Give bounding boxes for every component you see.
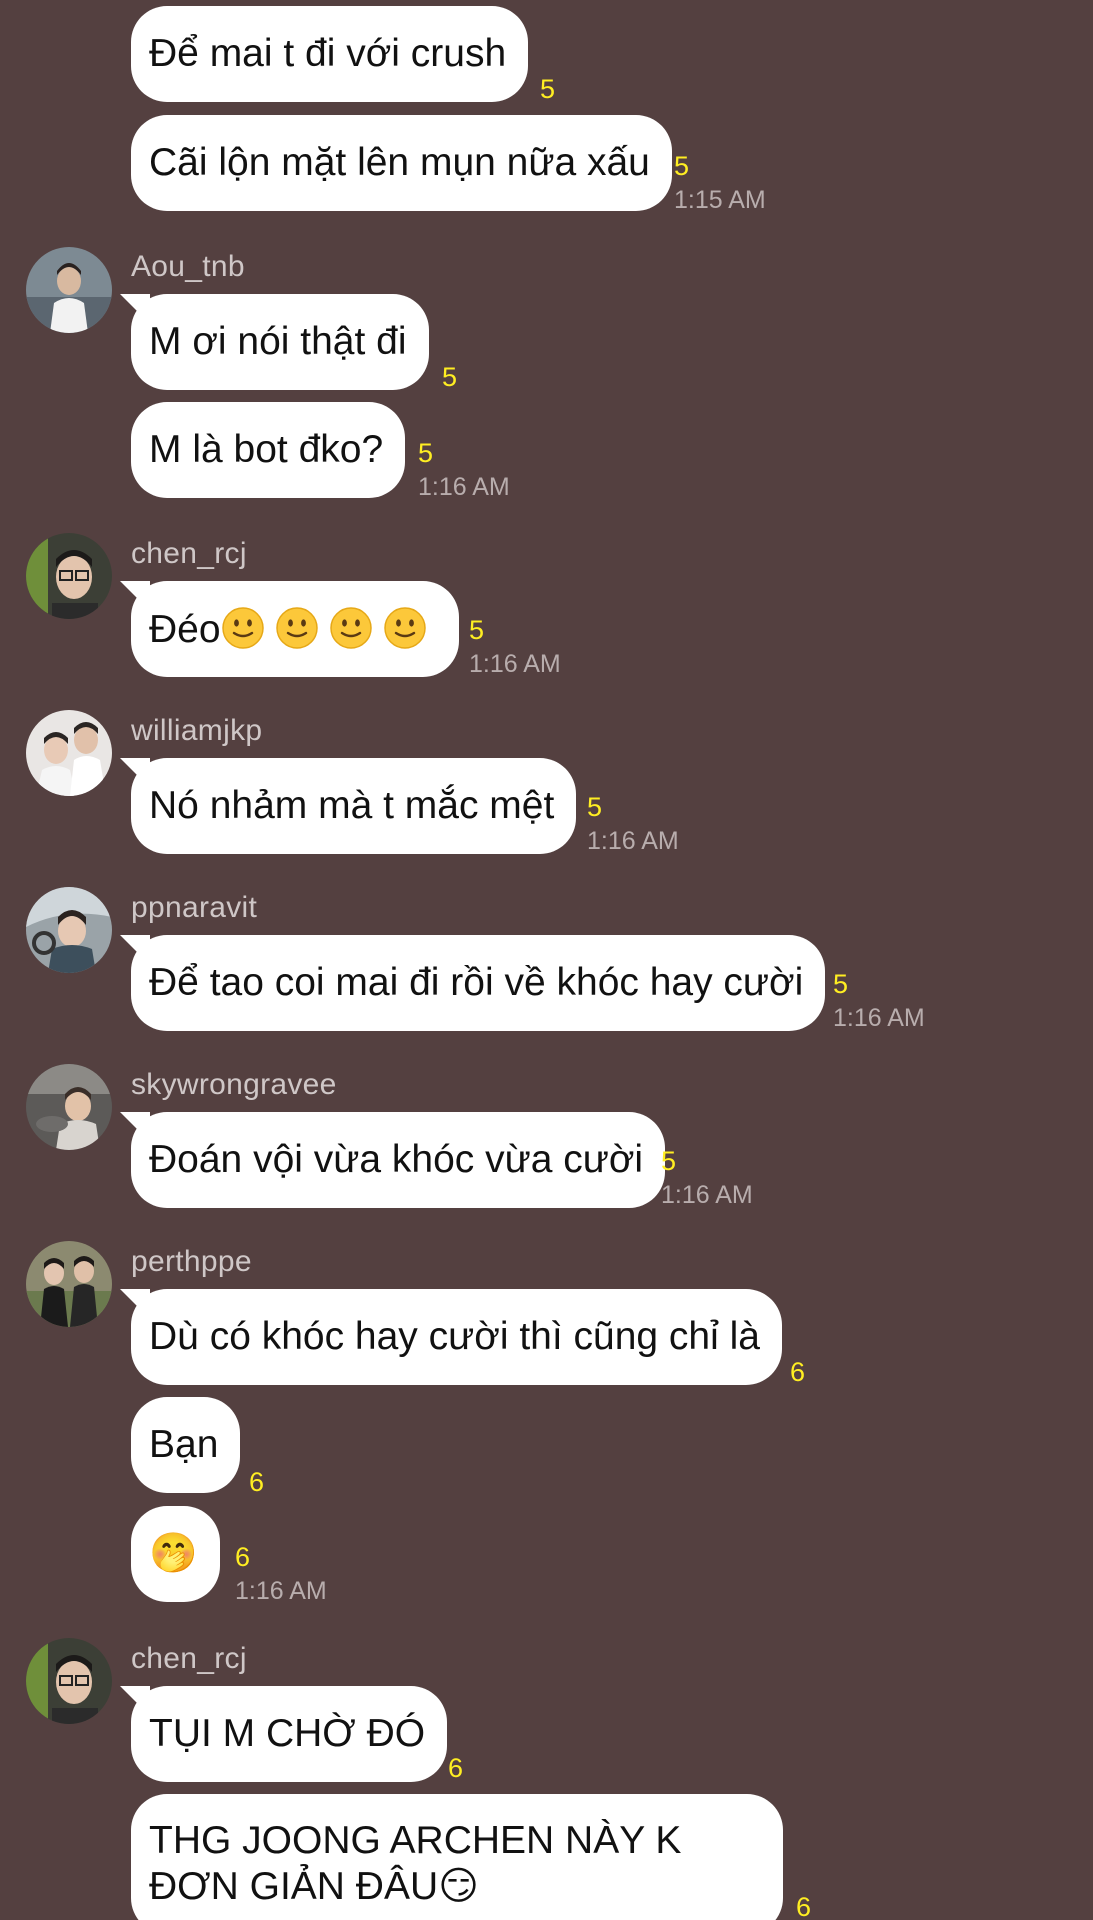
read-count: 5 [442,362,458,392]
sender-username[interactable]: skywrongravee [131,1068,337,1102]
slightly-smiling-face-icon [329,607,372,649]
message-text: Đéo [149,608,221,651]
message-text: Đoán vội vừa khóc vừa cười [149,1138,644,1181]
message-bubble[interactable]: Bạn [131,1397,241,1493]
sender-username[interactable]: chen_rcj [131,1642,247,1676]
message-text: Để tao coi mai đi rồi về khóc hay cười [149,961,804,1004]
read-count: 5 [833,969,849,999]
message-text: M ơi nói thật đi [149,320,407,363]
chat-history[interactable]: Để mai t đi với crush 5 Cãi lộn mặt lên … [0,0,1093,1920]
read-count: 5 [418,438,434,468]
timestamp: 1:16 AM [661,1181,753,1209]
message-bubble[interactable]: Đéo [131,581,459,677]
avatar[interactable] [26,1638,112,1724]
message-bubble[interactable]: M là bot đko? [131,402,406,498]
message-bubble[interactable]: TỤI M CHỜ ĐÓ [131,1686,448,1782]
read-count: 5 [674,151,690,181]
read-count: 5 [540,74,556,104]
sender-username[interactable]: ppnaravit [131,891,257,925]
avatar[interactable] [26,1241,112,1327]
slightly-smiling-face-icon [275,607,318,649]
read-count: 6 [448,1753,464,1783]
message-text: Nó nhảm mà t mắc mệt [149,784,555,827]
message-bubble[interactable]: Để mai t đi với crush [131,6,529,102]
slightly-smiling-face-icon [221,607,264,649]
timestamp: 1:15 AM [674,186,766,214]
avatar[interactable] [26,533,112,619]
message-bubble[interactable]: Nó nhảm mà t mắc mệt [131,758,577,854]
read-count: 5 [469,615,485,645]
message-text: Bạn [149,1423,219,1466]
sender-username[interactable]: perthppe [131,1245,252,1279]
message-text: THG JOONG ARCHEN NÀY K ĐƠN GIẢN ĐÂU😏 [149,1819,682,1908]
timestamp: 1:16 AM [833,1004,925,1032]
message-bubble[interactable]: Đoán vội vừa khóc vừa cười [131,1112,666,1208]
read-count: 6 [235,1542,251,1572]
message-bubble[interactable]: M ơi nói thật đi [131,294,429,390]
read-count: 5 [661,1146,677,1176]
message-bubble[interactable]: Dù có khóc hay cười thì cũng chỉ là [131,1289,782,1385]
message-text: Cãi lộn mặt lên mụn nữa xấu [149,141,650,184]
sender-username[interactable]: Aou_tnb [131,250,245,284]
sender-username[interactable]: chen_rcj [131,537,247,571]
emoji-group [221,607,437,651]
read-count: 6 [790,1357,806,1387]
read-count: 5 [587,792,603,822]
sender-username[interactable]: williamjkp [131,714,262,748]
timestamp: 1:16 AM [587,827,679,855]
message-text: Để mai t đi với crush [149,32,507,75]
message-bubble[interactable]: Để tao coi mai đi rồi về khóc hay cười [131,935,826,1031]
avatar[interactable] [26,710,112,796]
message-bubble[interactable]: 🤭 [131,1506,220,1602]
avatar[interactable] [26,247,112,333]
message-text: TỤI M CHỜ ĐÓ [149,1712,426,1755]
slightly-smiling-face-icon [383,607,426,649]
timestamp: 1:16 AM [235,1577,327,1605]
message-text: 🤭 [149,1532,198,1575]
message-bubble[interactable]: THG JOONG ARCHEN NÀY K ĐƠN GIẢN ĐÂU😏 [131,1794,783,1920]
avatar[interactable] [26,887,112,973]
message-text: Dù có khóc hay cười thì cũng chỉ là [149,1315,760,1358]
avatar[interactable] [26,1064,112,1150]
timestamp: 1:16 AM [469,650,561,678]
message-text: M là bot đko? [149,428,384,471]
message-bubble[interactable]: Cãi lộn mặt lên mụn nữa xấu [131,115,672,211]
timestamp: 1:16 AM [418,473,510,501]
read-count: 6 [796,1892,812,1920]
read-count: 6 [249,1467,265,1497]
